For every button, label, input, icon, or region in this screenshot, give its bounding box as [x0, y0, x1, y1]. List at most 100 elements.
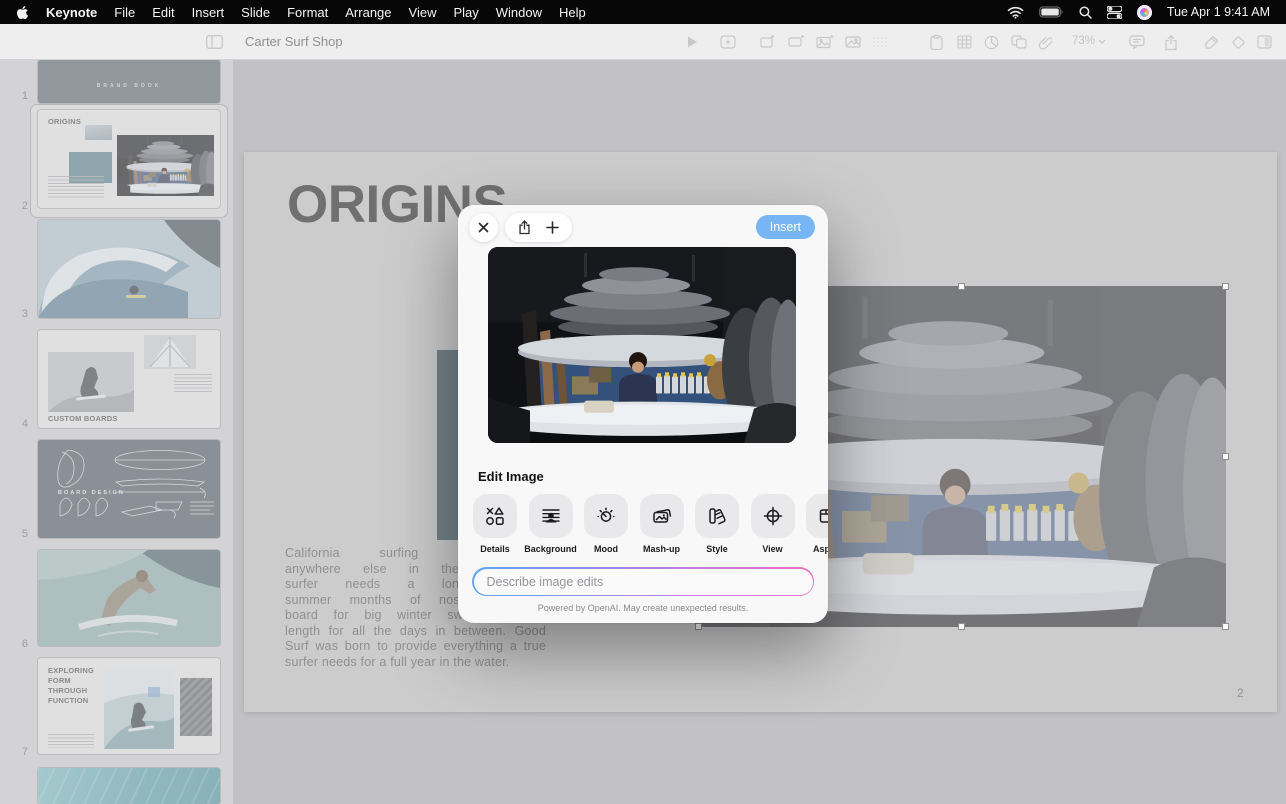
menu-play[interactable]: Play	[453, 5, 478, 20]
slide-thumbnail-3[interactable]	[38, 220, 220, 318]
menu-help[interactable]: Help	[559, 5, 586, 20]
slide-thumbnail-1[interactable]: BRAND BOOK	[38, 60, 220, 103]
plus-icon	[546, 221, 559, 234]
battery-icon[interactable]	[1039, 6, 1064, 18]
menu-edit[interactable]: Edit	[152, 5, 174, 20]
animate-button[interactable]	[1231, 35, 1246, 50]
slide-number: 7	[10, 746, 28, 758]
tool-details[interactable]: Details	[473, 494, 517, 560]
comment-button[interactable]	[1129, 35, 1145, 49]
thumb-brand-book-label: BRAND BOOK	[38, 83, 220, 89]
tool-label: View	[762, 544, 782, 554]
thumb-board-nose-photo	[144, 335, 196, 369]
clipboard-button[interactable]	[930, 35, 943, 50]
menu-format[interactable]: Format	[287, 5, 328, 20]
zoom-select[interactable]: 73%	[1072, 35, 1106, 47]
keynote-app: { "menu_bar": { "app_name": "Keynote", "…	[0, 0, 1286, 804]
thumb-board-design-label: BOARD DESIGN	[58, 490, 125, 496]
sidebar-toggle-icon[interactable]	[206, 35, 223, 49]
tool-style[interactable]: Style	[695, 494, 739, 560]
slide-thumbnail-7[interactable]: EXPLORING FORM THROUGH FUNCTION	[38, 658, 220, 754]
stacked-photos-icon	[651, 505, 673, 527]
slide-page-number: 2	[1237, 686, 1244, 700]
slide-number: 1	[10, 90, 28, 102]
image-playground-menu-icon[interactable]	[1137, 5, 1152, 20]
edit-image-heading: Edit Image	[478, 469, 544, 484]
control-center-icon[interactable]	[1107, 6, 1122, 19]
keynote-live-button[interactable]	[720, 35, 736, 49]
body-line: surfer needs for a full year in the wate…	[285, 655, 546, 671]
menu-view[interactable]: View	[409, 5, 437, 20]
add-image-button[interactable]	[546, 221, 559, 234]
slide-thumbnail-2[interactable]: ORIGINS	[38, 110, 220, 208]
wifi-icon[interactable]	[1007, 6, 1024, 19]
resize-handle-bottom-right[interactable]	[1222, 623, 1229, 630]
thumb-text-block	[174, 374, 212, 394]
document-button[interactable]	[1257, 35, 1272, 49]
menu-arrange[interactable]: Arrange	[345, 5, 391, 20]
text-box-button[interactable]	[788, 35, 805, 49]
slide-navigator: 1 2 3 4 5 6 7 BRAND BOOK ORIGINS	[0, 60, 234, 804]
format-button[interactable]	[1204, 35, 1219, 50]
insert-image-button[interactable]	[816, 35, 834, 49]
menu-bar: Keynote File Edit Insert Slide Format Ar…	[0, 0, 1286, 24]
openai-disclaimer: Powered by OpenAI. May create unexpected…	[458, 603, 828, 613]
spotlight-search-icon[interactable]	[1079, 6, 1092, 19]
tool-view[interactable]: View	[751, 494, 795, 560]
tool-label: Details	[480, 544, 510, 554]
body-line: length for all the days in between. Good	[285, 624, 546, 640]
tool-label: Mood	[594, 544, 618, 554]
thumb-custom-boards-label: CUSTOM BOARDS	[48, 414, 118, 423]
generated-image-preview[interactable]	[488, 247, 796, 443]
chart-button[interactable]	[984, 35, 999, 50]
close-button[interactable]	[469, 213, 498, 242]
table-button[interactable]	[957, 35, 972, 49]
thumb-surf-photo	[104, 669, 174, 749]
menu-insert[interactable]: Insert	[192, 5, 225, 20]
document-title: Carter Surf Shop	[245, 34, 343, 49]
thumb-exploring-label: EXPLORING FORM THROUGH FUNCTION	[48, 666, 94, 706]
slide-number: 2	[10, 200, 28, 212]
share-button[interactable]	[518, 220, 531, 235]
menu-slide[interactable]: Slide	[241, 5, 270, 20]
add-slide-button[interactable]	[760, 35, 776, 49]
menu-file[interactable]: File	[114, 5, 135, 20]
thumb-underwater-photo	[38, 550, 220, 646]
resize-handle-bottom-middle[interactable]	[958, 623, 965, 630]
media-button[interactable]	[845, 35, 861, 49]
image-playground-dialog: Insert	[458, 205, 828, 623]
slide-number: 4	[10, 418, 28, 430]
shape-button[interactable]	[1011, 35, 1027, 49]
slide-thumbnail-5[interactable]: BOARD DESIGN	[38, 440, 220, 538]
aspect-ratio-icon	[817, 505, 828, 527]
thumb-wave-mini-image	[85, 125, 112, 140]
tool-mash-up[interactable]: Mash-up	[640, 494, 684, 560]
menu-app-name[interactable]: Keynote	[46, 5, 97, 20]
tool-mood[interactable]: Mood	[584, 494, 628, 560]
tool-label: Mash-up	[643, 544, 680, 554]
menu-bar-clock[interactable]: Tue Apr 1 9:41 AM	[1167, 5, 1270, 19]
resize-handle-top-middle[interactable]	[958, 283, 965, 290]
share-toolbar-button[interactable]	[1164, 35, 1178, 51]
thumb-workshop-mini-image	[117, 135, 214, 196]
slide-thumbnail-8[interactable]	[38, 768, 220, 804]
describe-edits-input[interactable]	[474, 569, 813, 595]
dots-grid-icon[interactable]	[872, 35, 888, 49]
thumb-origins-label: ORIGINS	[48, 117, 81, 126]
tool-label: Background	[524, 544, 577, 554]
slide-thumbnail-4[interactable]: CUSTOM BOARDS	[38, 330, 220, 428]
thumb-texture-photo	[180, 678, 212, 736]
tool-background[interactable]: Background	[529, 494, 573, 560]
menu-window[interactable]: Window	[496, 5, 542, 20]
tool-aspect[interactable]: Aspect	[806, 494, 828, 560]
resize-handle-bottom-left[interactable]	[695, 623, 702, 630]
link-button[interactable]	[1038, 35, 1052, 50]
shapes-icon	[484, 505, 506, 527]
resize-handle-top-right[interactable]	[1222, 283, 1229, 290]
edit-tools-row: Details Background Mood Mash-up Style Vi…	[473, 494, 828, 560]
insert-button[interactable]: Insert	[756, 215, 815, 239]
resize-handle-middle-right[interactable]	[1222, 453, 1229, 460]
apple-menu-icon[interactable]	[16, 5, 29, 20]
slide-thumbnail-6[interactable]	[38, 550, 220, 646]
play-button[interactable]	[685, 35, 699, 49]
